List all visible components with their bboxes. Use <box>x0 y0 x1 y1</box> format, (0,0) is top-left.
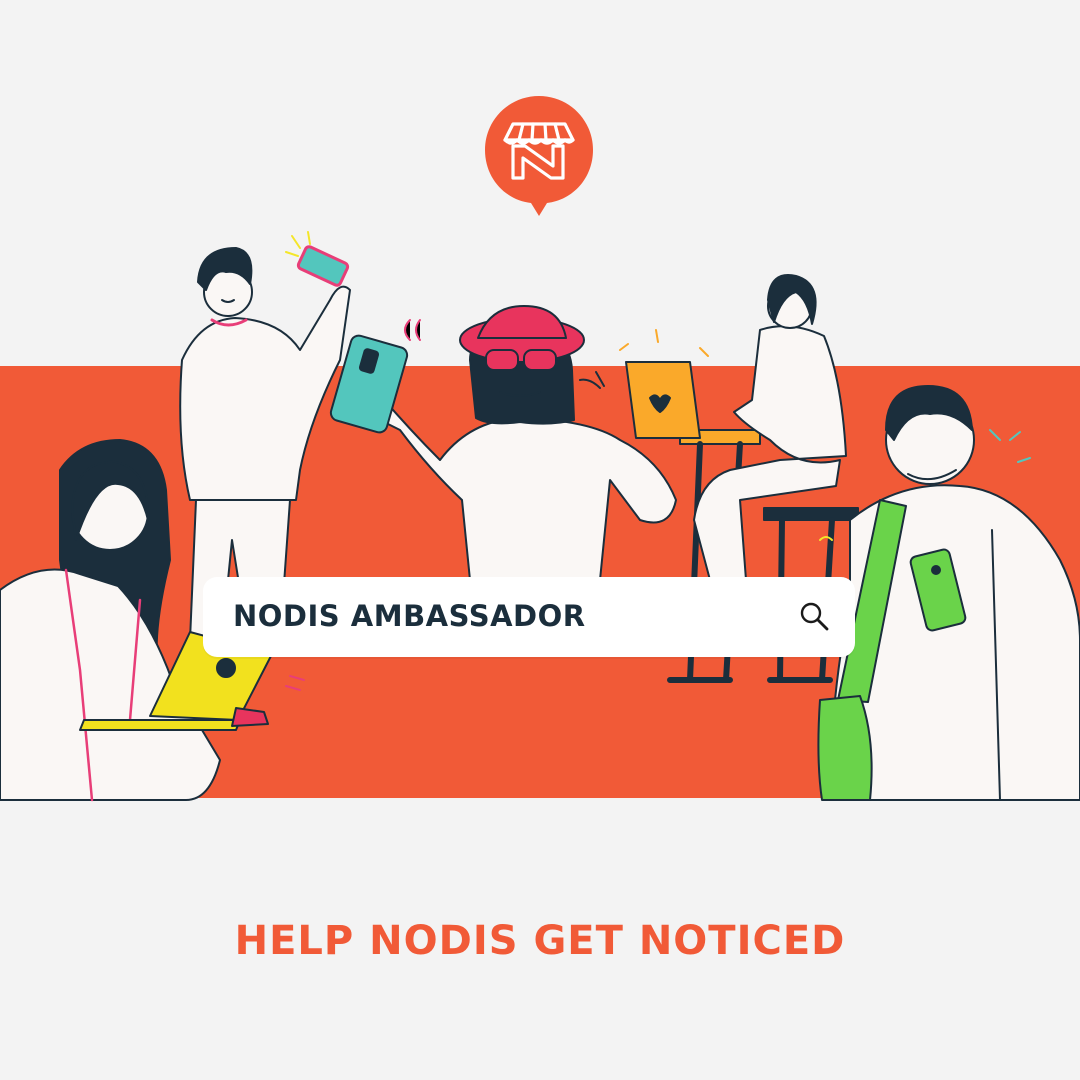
promo-canvas: NODIS AMBASSADOR HELP NODIS GET NOTICED <box>0 0 1080 1080</box>
ambassador-search-bar[interactable]: NODIS AMBASSADOR <box>203 577 855 657</box>
green-phone-man-figure <box>817 385 1080 801</box>
tagline-heading: HELP NODIS GET NOTICED <box>234 918 846 964</box>
search-query-text: NODIS AMBASSADOR <box>233 599 586 633</box>
search-icon[interactable] <box>797 599 831 633</box>
